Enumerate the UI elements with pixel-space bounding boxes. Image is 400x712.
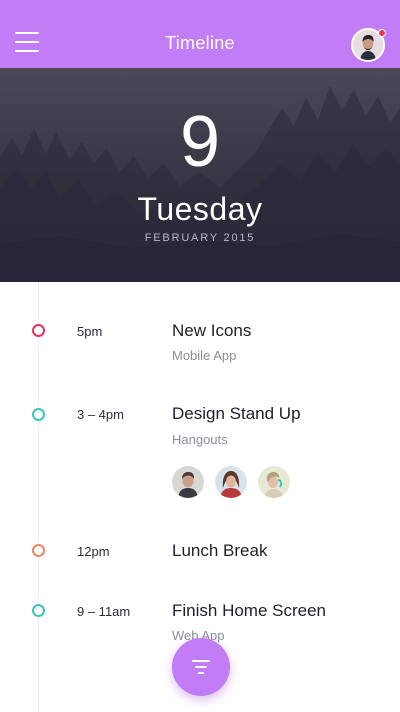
page-title: Timeline: [165, 33, 235, 53]
event-subtitle: Hangouts: [172, 432, 228, 447]
attendee-avatar[interactable]: [215, 466, 247, 498]
event-time: 5pm: [77, 324, 103, 339]
attendee-avatar[interactable]: [258, 466, 290, 498]
month-year: FEBRUARY 2015: [144, 232, 256, 244]
event-time: 9 – 11am: [77, 604, 131, 619]
event-dot-icon: [32, 544, 45, 557]
event-time: 12pm: [77, 544, 110, 559]
filter-button[interactable]: [172, 638, 230, 696]
event-title: Lunch Break: [172, 541, 268, 560]
attendee-avatar[interactable]: [172, 466, 204, 498]
filter-icon: [192, 660, 210, 662]
notification-badge: [378, 29, 386, 37]
profile-avatar-button[interactable]: [351, 28, 386, 62]
day-name: Tuesday: [137, 191, 263, 227]
event-dot-icon: [32, 408, 45, 421]
event-time: 3 – 4pm: [77, 407, 124, 422]
event-title: New Icons: [172, 321, 252, 340]
date-hero: 9 Tuesday FEBRUARY 2015: [0, 68, 400, 282]
timeline-line: [38, 282, 39, 712]
event-dot-icon: [32, 604, 45, 617]
event-subtitle: Mobile App: [172, 348, 237, 363]
event-title: Design Stand Up: [172, 404, 301, 423]
event-title: Finish Home Screen: [172, 601, 327, 620]
top-bar: Timeline: [0, 0, 400, 68]
event-dot-icon: [32, 324, 45, 337]
day-number: 9: [179, 102, 221, 182]
timeline-app: Timeline 9 Tuesday FEBRUARY 2015 5pm New…: [0, 0, 400, 712]
